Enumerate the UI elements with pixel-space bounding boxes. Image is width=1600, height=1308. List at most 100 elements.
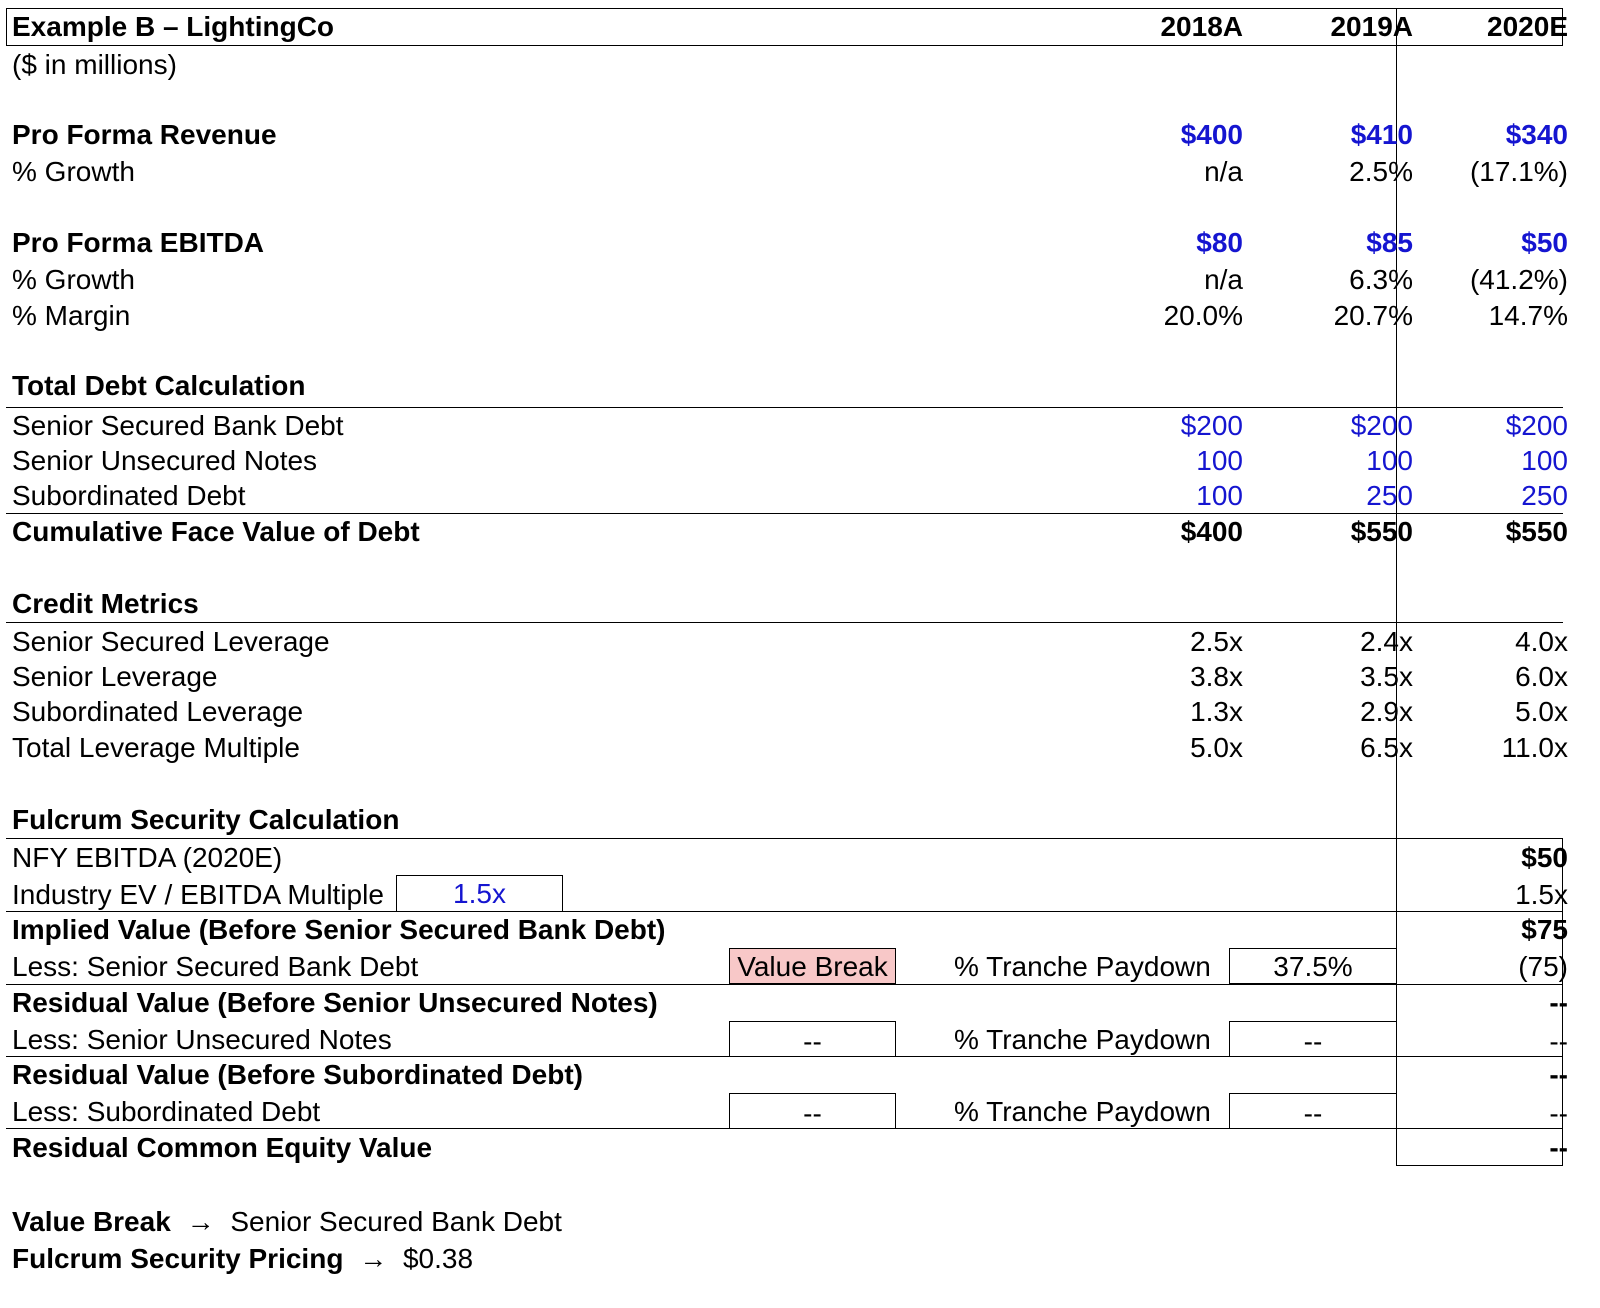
debt-row-2019[interactable]: $200	[1250, 408, 1413, 444]
tranche-paydown-value[interactable]: --	[1229, 1021, 1396, 1057]
credit-row-2018: 5.0x	[1190, 732, 1243, 763]
year-2018-header: 2018A	[1160, 11, 1243, 42]
summary-pricing: Fulcrum Security Pricing → $0.38	[12, 1241, 473, 1277]
revenue-growth-2019: 2.5%	[1349, 156, 1413, 187]
arrow-icon: →	[359, 1243, 388, 1274]
nfy-ebitda-label: NFY EBITDA (2020E)	[12, 842, 283, 873]
credit-row-2019: 2.4x	[1360, 626, 1413, 657]
implied-value-label: Implied Value (Before Senior Secured Ban…	[12, 914, 666, 945]
less-senior-unsecured-label: Less: Senior Unsecured Notes	[12, 1024, 392, 1055]
revenue-growth-label: % Growth	[12, 156, 135, 187]
ebitda-margin-label: % Margin	[12, 300, 131, 331]
ebitda-2019[interactable]: $85	[1250, 225, 1413, 261]
credit-row-2020: 11.0x	[1501, 732, 1568, 763]
arrow-icon: →	[186, 1206, 215, 1237]
debt-row-2018[interactable]: 100	[1080, 478, 1243, 514]
page-title: Example B – LightingCo	[12, 11, 335, 42]
summary-pricing-label: Fulcrum Security Pricing	[12, 1243, 344, 1274]
revenue-label: Pro Forma Revenue	[12, 119, 277, 150]
tranche-paydown-label: % Tranche Paydown	[954, 951, 1211, 982]
credit-row-2018: 1.3x	[1190, 696, 1243, 727]
value-break-flag: Value Break	[729, 948, 896, 984]
fulcrum-section-rule	[6, 838, 1563, 839]
equity-value: --	[1549, 1132, 1568, 1163]
summary-value-break-value: Senior Secured Bank Debt	[230, 1206, 562, 1237]
credit-section-title: Credit Metrics	[12, 588, 199, 619]
summary-pricing-value: $0.38	[402, 1243, 474, 1274]
credit-section-rule	[6, 622, 1563, 623]
ebitda-growth-label: % Growth	[12, 264, 135, 295]
tranche-paydown-label: % Tranche Paydown	[954, 1024, 1211, 1055]
credit-row-2020: 5.0x	[1515, 696, 1568, 727]
ebitda-margin-2019: 20.7%	[1333, 300, 1413, 331]
ebitda-growth-2019: 6.3%	[1349, 264, 1413, 295]
tranche-paydown-label: % Tranche Paydown	[954, 1096, 1211, 1127]
less-subordinated-label: Less: Subordinated Debt	[12, 1096, 321, 1127]
summary-value-break: Value Break → Senior Secured Bank Debt	[12, 1204, 562, 1240]
credit-row-2018: 3.8x	[1190, 661, 1243, 692]
less-subordinated-value: --	[1549, 1098, 1568, 1129]
year-2020-header: 2020E	[1487, 11, 1568, 42]
credit-row-2019: 3.5x	[1360, 661, 1413, 692]
ebitda-growth-2018: n/a	[1204, 264, 1243, 295]
debt-row-2019[interactable]: 250	[1250, 478, 1413, 514]
fulcrum-section-title: Fulcrum Security Calculation	[12, 804, 400, 835]
debt-total-label: Cumulative Face Value of Debt	[12, 516, 420, 547]
less-senior-secured-value: (75)	[1518, 951, 1568, 982]
revenue-growth-2018: n/a	[1204, 156, 1243, 187]
less-senior-secured-label: Less: Senior Secured Bank Debt	[12, 951, 419, 982]
debt-row-2018[interactable]: 100	[1080, 443, 1243, 479]
tranche-paydown-value[interactable]: --	[1229, 1093, 1396, 1129]
equity-label: Residual Common Equity Value	[12, 1132, 433, 1163]
summary-value-break-label: Value Break	[12, 1206, 171, 1237]
credit-row-label: Senior Secured Leverage	[12, 626, 330, 657]
value-break-flag: --	[729, 1021, 896, 1057]
credit-row-label: Total Leverage Multiple	[12, 732, 300, 763]
ev-multiple-label: Industry EV / EBITDA Multiple	[12, 879, 384, 910]
credit-row-label: Senior Leverage	[12, 661, 218, 692]
ev-multiple-value: 1.5x	[1515, 879, 1568, 910]
debt-total-2018: $400	[1180, 516, 1243, 547]
debt-section-title: Total Debt Calculation	[12, 370, 306, 401]
debt-total-2019: $550	[1350, 516, 1413, 547]
credit-row-2020: 6.0x	[1515, 661, 1568, 692]
debt-row-2018[interactable]: $200	[1080, 408, 1243, 444]
debt-row-2020[interactable]: 250	[1420, 478, 1568, 514]
ebitda-growth-2020: (41.2%)	[1469, 264, 1568, 295]
units-note: ($ in millions)	[12, 49, 177, 80]
revenue-2020[interactable]: $340	[1420, 117, 1568, 153]
debt-row-2019[interactable]: 100	[1250, 443, 1413, 479]
ebitda-2020[interactable]: $50	[1420, 225, 1568, 261]
header-left-border	[6, 8, 7, 46]
header-bottom-border	[6, 45, 1563, 46]
credit-row-2020: 4.0x	[1515, 626, 1568, 657]
residual-sub-value: --	[1549, 1059, 1568, 1090]
ev-multiple-input[interactable]: 1.5x	[396, 875, 563, 912]
debt-row-label: Senior Secured Bank Debt	[12, 410, 344, 441]
ebitda-margin-2018: 20.0%	[1163, 300, 1243, 331]
less-senior-unsecured-value: --	[1549, 1026, 1568, 1057]
residual-sub-label: Residual Value (Before Subordinated Debt…	[12, 1059, 583, 1090]
value-break-flag: --	[729, 1093, 896, 1129]
residual-unsecured-label: Residual Value (Before Senior Unsecured …	[12, 987, 658, 1018]
credit-row-2019: 2.9x	[1360, 696, 1413, 727]
debt-total-2020: $550	[1505, 516, 1568, 547]
residual-unsecured-value: --	[1549, 987, 1568, 1018]
ebitda-label: Pro Forma EBITDA	[12, 227, 265, 258]
ebitda-margin-2020: 14.7%	[1488, 300, 1568, 331]
revenue-2018[interactable]: $400	[1080, 117, 1243, 153]
credit-row-label: Subordinated Leverage	[12, 696, 304, 727]
debt-row-label: Subordinated Debt	[12, 480, 246, 511]
credit-row-2019: 6.5x	[1360, 732, 1413, 763]
revenue-growth-2020: (17.1%)	[1469, 156, 1568, 187]
ebitda-2018[interactable]: $80	[1080, 225, 1243, 261]
implied-value: $75	[1521, 914, 1568, 945]
year-2019-header: 2019A	[1330, 11, 1413, 42]
nfy-ebitda-value: $50	[1521, 842, 1568, 873]
credit-row-2018: 2.5x	[1190, 626, 1243, 657]
debt-row-2020[interactable]: $200	[1420, 408, 1568, 444]
debt-row-label: Senior Unsecured Notes	[12, 445, 318, 476]
debt-row-2020[interactable]: 100	[1420, 443, 1568, 479]
revenue-2019[interactable]: $410	[1250, 117, 1413, 153]
tranche-paydown-value[interactable]: 37.5%	[1229, 948, 1396, 984]
